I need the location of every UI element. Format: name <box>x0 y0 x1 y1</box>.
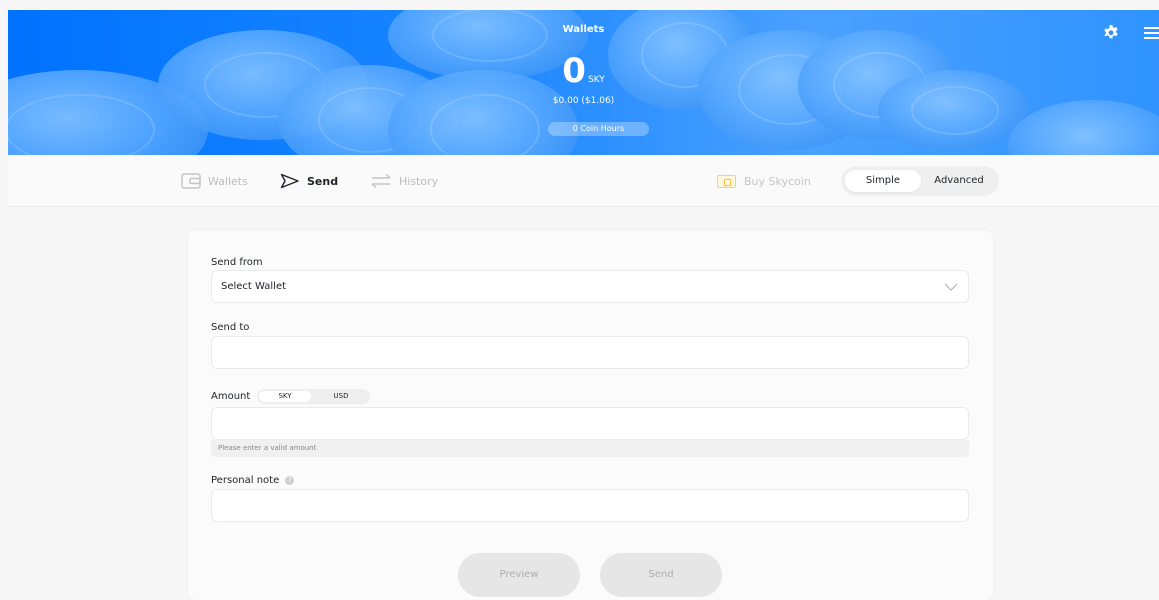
wallet-select-value: Select Wallet <box>221 281 287 292</box>
personal-note-input[interactable] <box>211 489 969 522</box>
tab-history-label: History <box>399 174 439 188</box>
buy-skycoin-label: Buy Skycoin <box>744 175 811 188</box>
tab-wallets[interactable]: Wallets <box>181 173 248 189</box>
currency-sky-button[interactable]: SKY <box>259 391 311 402</box>
send-to-input[interactable] <box>211 336 969 369</box>
header-banner: Wallets 0 SKY $0.00 ($1.06) 0 Coin Hours <box>8 10 1159 155</box>
send-to-label: Send to <box>211 322 250 333</box>
send-form-card: Send from Select Wallet Send to Amount S… <box>188 230 993 600</box>
tab-send-label: Send <box>307 174 339 188</box>
wallet-select[interactable]: Select Wallet <box>211 270 969 303</box>
tab-wallets-label: Wallets <box>208 174 248 188</box>
help-icon[interactable]: ? <box>285 475 295 485</box>
hamburger-menu-icon[interactable] <box>1144 26 1159 40</box>
buy-skycoin-link[interactable]: Buy Skycoin <box>717 175 811 188</box>
coin-decoration <box>1008 100 1159 155</box>
wallet-icon <box>181 173 201 189</box>
balance: 0 SKY <box>8 54 1159 88</box>
balance-usd: $0.00 ($1.06) <box>552 96 615 106</box>
personal-note-label: Personal note <box>211 475 280 486</box>
currency-usd-button[interactable]: USD <box>315 391 367 402</box>
tab-send[interactable]: Send <box>280 173 338 189</box>
mode-simple-button[interactable]: Simple <box>845 170 921 192</box>
page-title: Wallets <box>562 24 605 35</box>
balance-amount: 0 <box>562 51 586 91</box>
gear-icon[interactable] <box>1103 25 1119 41</box>
history-arrows-icon <box>371 173 391 189</box>
send-arrow-icon <box>280 173 299 189</box>
send-from-label: Send from <box>211 257 263 268</box>
tab-history[interactable]: History <box>370 173 438 189</box>
mode-toggle: Simple Advanced <box>841 166 999 196</box>
preview-button[interactable]: Preview <box>458 553 580 597</box>
chevron-down-icon <box>944 283 958 291</box>
coin-hours-badge: 0 Coin Hours <box>548 122 649 136</box>
personal-note-label-row: Personal note? <box>211 475 295 486</box>
amount-label: Amount <box>211 391 251 402</box>
buy-card-icon <box>717 175 736 188</box>
balance-unit: SKY <box>587 75 605 85</box>
nav-bar: Wallets Send History Buy Skycoin Simple … <box>8 155 1159 207</box>
currency-toggle: SKY USD <box>257 389 370 404</box>
mode-advanced-button[interactable]: Advanced <box>923 170 995 192</box>
amount-input[interactable] <box>211 407 969 440</box>
amount-error-message: Please enter a valid amount <box>211 440 969 457</box>
send-button[interactable]: Send <box>600 553 722 597</box>
